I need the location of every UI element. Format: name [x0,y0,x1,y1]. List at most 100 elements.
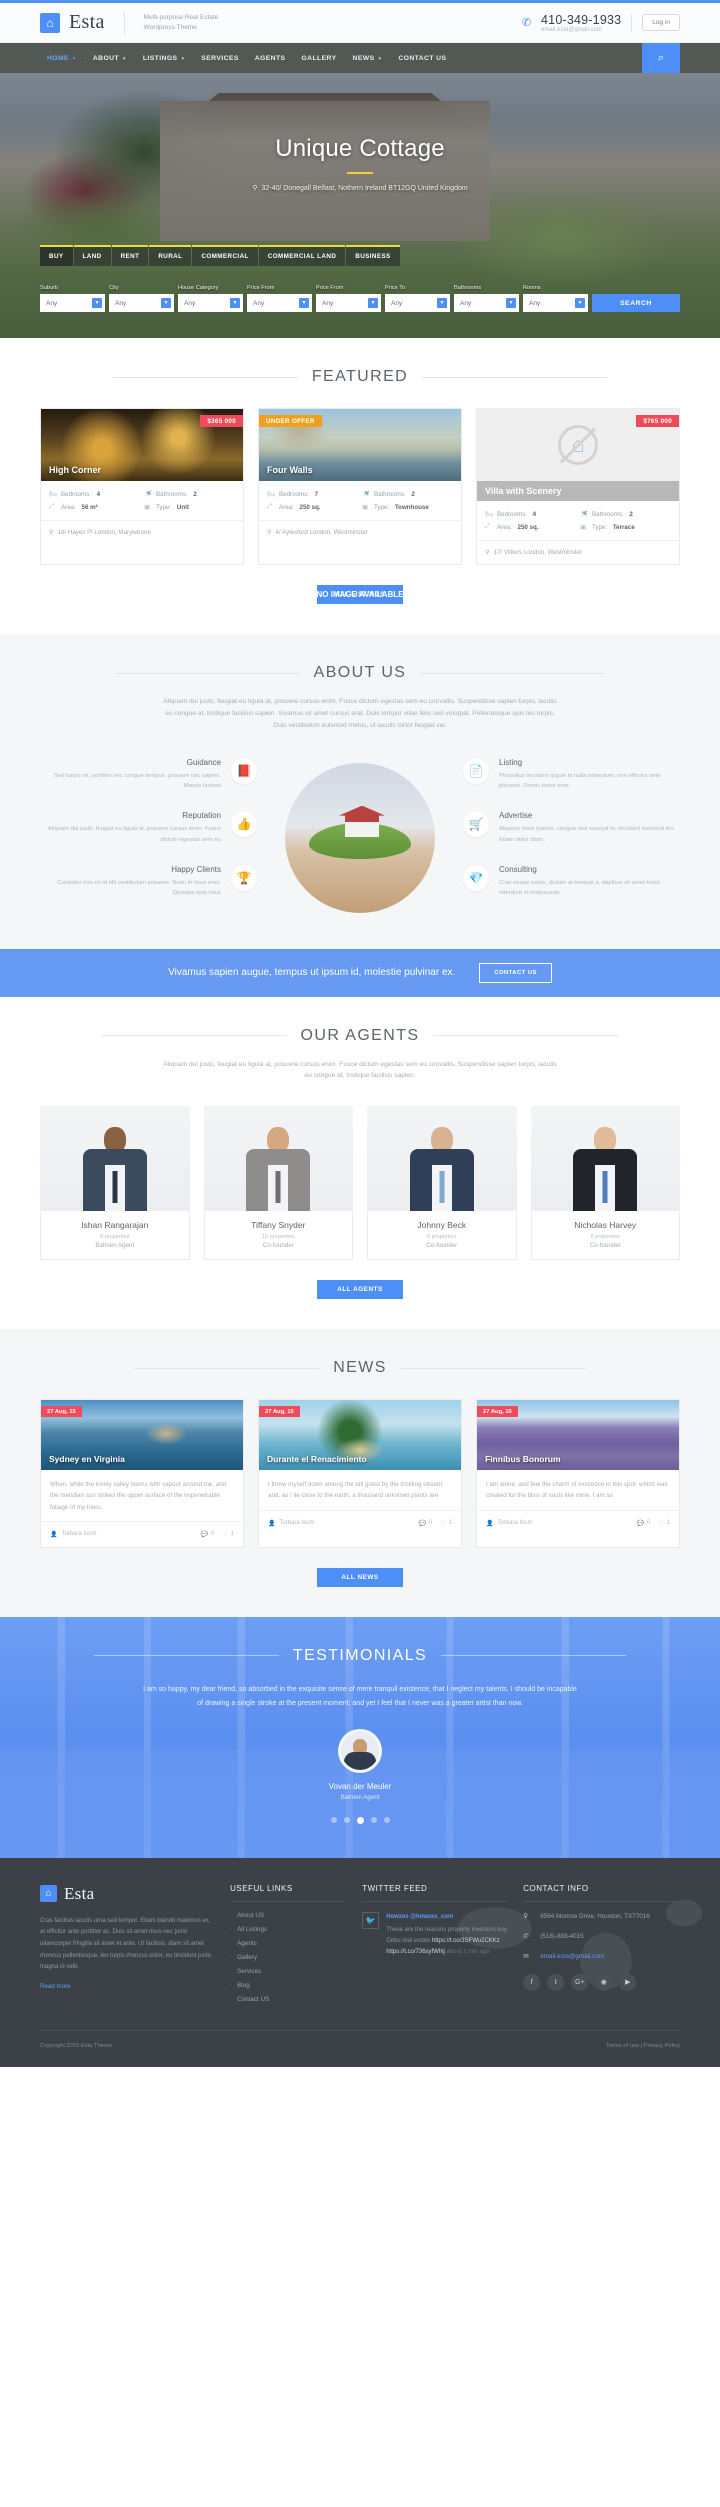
news-post-card[interactable]: 27 Aug, 15 Durante el Renacimiento I thr… [258,1399,462,1548]
nav-link-contact-us[interactable]: CONTACT US [391,55,453,62]
footer-link[interactable]: Agents [237,1940,257,1947]
footer-link-item[interactable]: - Gallery [230,1954,346,1961]
dribbble-icon[interactable]: ◉ [595,1973,613,1991]
carousel-dot-3[interactable] [370,1816,377,1823]
news-title: NEWS [333,1359,387,1377]
property-address: ⚲ 4/ Aylesford London, Westminster [267,529,368,536]
property-card[interactable]: UNDER OFFER Four Walls 🛏 Bedrooms: 7 🚿 Bat… [258,408,462,565]
agent-property-count: 10 properties [261,1234,295,1241]
agent-card[interactable]: Ishan Rangarajan 8 properties Batmen Age… [40,1106,190,1261]
twitter-icon[interactable]: t [547,1973,565,1991]
news-post-card[interactable]: 27 Aug, 15 Sydney en Virginia When, whil… [40,1399,244,1548]
tweet-link-1[interactable]: https://t.co/3SFWu2CKKz [432,1938,500,1944]
nav-link-services[interactable]: SERVICES [194,55,245,62]
search-select-3[interactable]: Any ▼ [247,294,312,312]
featured-property-list: $365 000 High Corner 🛏 Bedrooms: 4 🚿 Bathr… [40,408,680,599]
property-tab-buy[interactable]: BUY [40,245,73,266]
footer-link[interactable]: Blog [237,1982,250,1989]
header-email[interactable]: email.esta@gmail.com [541,27,602,33]
search-submit-button[interactable]: SEARCH [592,294,680,312]
footer-link-item[interactable]: - About US [230,1912,346,1919]
footer-link-item[interactable]: - Contact US [230,1996,346,2003]
footer-logo[interactable]: ⌂ Esta [40,1884,214,1904]
nav-link-agents[interactable]: AGENTS [248,55,293,62]
agent-card[interactable]: Johnny Beck 6 properties Co-founder [367,1106,517,1261]
property-card[interactable]: ⌂ $765 000 Villa with Scenery NO IMAGE AV… [317,408,680,599]
carousel-dot-0[interactable] [330,1816,337,1823]
search-select-5[interactable]: Any ▼ [385,294,450,312]
contact-phone[interactable]: (518)-883-4015 [540,1932,583,1942]
search-icon[interactable]: ⌕ [642,43,680,73]
footer-link[interactable]: About US [237,1912,264,1919]
search-select-1[interactable]: Any ▼ [109,294,174,312]
nav-item-contact-us[interactable]: CONTACT US [391,55,453,62]
all-agents-button[interactable]: ALL AGENTS [317,1280,403,1300]
tweet-username[interactable]: Howzes @howzes_com [386,1912,507,1923]
agent-property-count: 8 properties [99,1234,130,1241]
search-select-2[interactable]: Any ▼ [178,294,243,312]
footer-link[interactable]: Contact US [237,1996,269,2003]
nav-item-services[interactable]: SERVICES [194,55,245,62]
agent-tie [112,1171,118,1204]
nav-link-news[interactable]: NEWS ▼ [346,55,390,62]
property-tab-commercial-land[interactable]: COMMERCIAL LAND [258,245,346,266]
footer-link-item[interactable]: - Agents [230,1940,346,1947]
youtube-icon[interactable]: ▶ [619,1973,637,1991]
news-post-title: Finnibus Bonorum [485,1454,561,1465]
carousel-dot-2[interactable] [356,1816,364,1824]
news-post-author: 👤 Torbara Isum [268,1520,315,1527]
nav-link-listings[interactable]: LISTINGS ▼ [136,55,192,62]
search-select-7[interactable]: Any ▼ [523,294,588,312]
footer-link[interactable]: Services [237,1968,261,1975]
property-tab-rent[interactable]: RENT [111,245,149,266]
like-count[interactable]: ♡ 1 [658,1520,670,1527]
agent-photo [530,1106,680,1212]
phone-number[interactable]: 410-349-1933 [541,13,621,27]
area-icon: ⤢ [49,503,55,510]
property-tab-commercial[interactable]: COMMERCIAL [192,245,258,266]
search-field-label-7: Rooms [523,285,541,291]
nav-item-news[interactable]: NEWS ▼ [346,55,390,62]
like-count[interactable]: ♡ 1 [440,1520,452,1527]
nav-item-about[interactable]: ABOUT ▼ [86,55,134,62]
footer-link-item[interactable]: - All Listings [230,1926,346,1933]
property-tab-business[interactable]: BUSINESS [346,245,400,266]
property-tab-rural[interactable]: RURAL [149,245,192,266]
read-more-link[interactable]: Read more [40,1983,71,1990]
nav-link-gallery[interactable]: GALLERY [294,55,343,62]
property-card[interactable]: $365 000 High Corner 🛏 Bedrooms: 4 🚿 Bathr… [40,408,244,565]
news-post-meta: 👤 Torbara Isum 💬 0 ♡ 1 [477,1509,679,1536]
footer-link-item[interactable]: - Services [230,1968,346,1975]
search-select-4[interactable]: Any ▼ [316,294,381,312]
login-button[interactable]: Log in [642,14,680,31]
nav-item-agents[interactable]: AGENTS [248,55,293,62]
featured-title: FEATURED [311,368,409,385]
footer-link[interactable]: All Listings [237,1926,267,1933]
contact-email[interactable]: email.esta@gmail.com [540,1952,604,1962]
like-count[interactable]: ♡ 1 [222,1531,234,1538]
site-logo[interactable]: ⌂ Esta Multi-purpose Real Estate Wordpre… [40,11,229,34]
footer-link[interactable]: Gallery [237,1954,257,1961]
property-search-form: Suburb Any ▼ City Any ▼ House Category A… [40,285,680,312]
agent-card[interactable]: Nicholas Harvey 8 properties Co-founder [530,1106,680,1261]
agent-card[interactable]: Tiffany Snyder 10 properties Co-founder [203,1106,353,1261]
news-post-author: 👤 Torbara Isum [486,1520,533,1527]
nav-link-about[interactable]: ABOUT ▼ [86,55,134,62]
nav-item-listings[interactable]: LISTINGS ▼ [136,55,192,62]
nav-link-home[interactable]: HOME ▼ [40,55,84,62]
carousel-dot-4[interactable] [383,1816,390,1823]
property-tab-land[interactable]: LAND [73,245,111,266]
all-news-button[interactable]: ALL NEWS [317,1567,403,1587]
cta-contact-button[interactable]: CONTACT US [479,962,552,983]
news-post-card[interactable]: 27 Aug, 15 Finnibus Bonorum I am alone, … [476,1399,680,1548]
nav-item-home[interactable]: HOME ▼ [40,55,84,62]
footer-link-item[interactable]: - Blog [230,1982,346,1989]
google-plus-icon[interactable]: G+ [571,1973,589,1991]
footer-bottom-links[interactable]: Terms of use | Privacy Policy [606,2043,680,2049]
facebook-icon[interactable]: f [523,1973,541,1991]
search-select-6[interactable]: Any ▼ [454,294,519,312]
nav-item-gallery[interactable]: GALLERY [294,55,343,62]
tweet-link-2[interactable]: https://t.co/736syfWhij [386,1949,445,1955]
carousel-dot-1[interactable] [343,1816,350,1823]
search-select-0[interactable]: Any ▼ [40,294,105,312]
